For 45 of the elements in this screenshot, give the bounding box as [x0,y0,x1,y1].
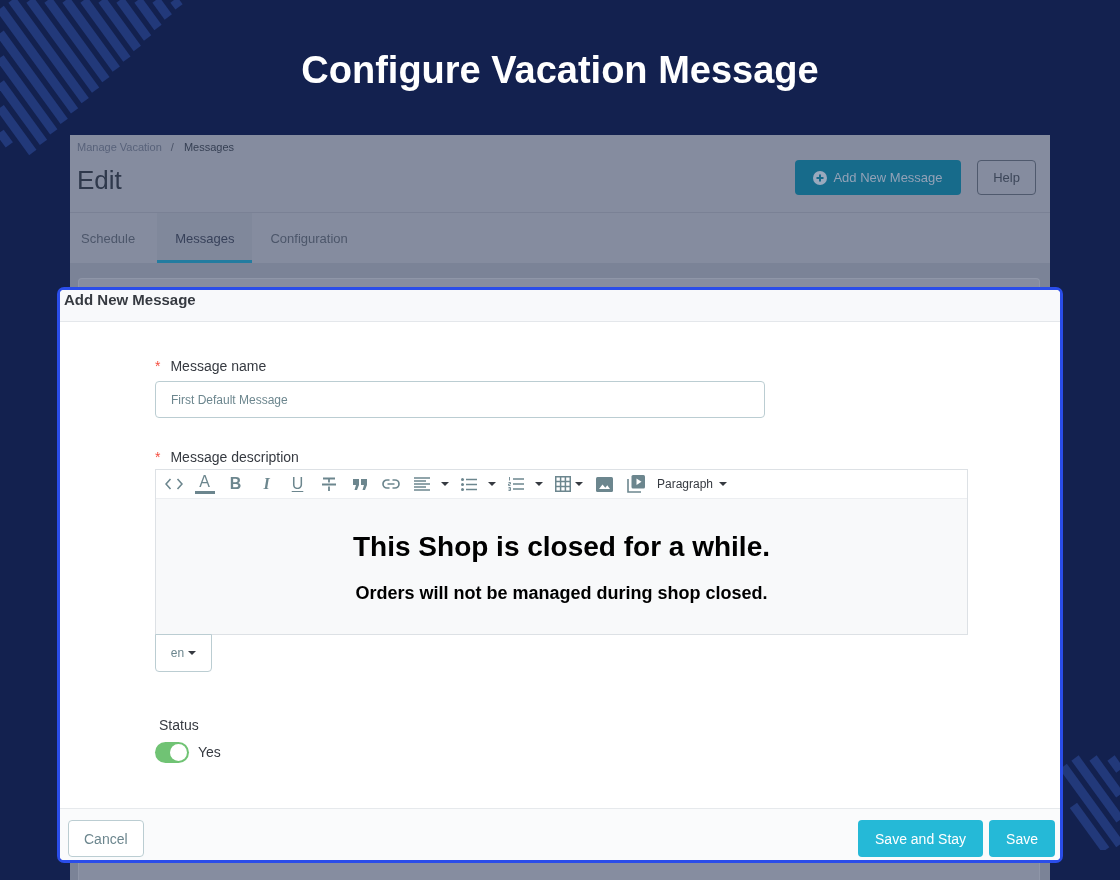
bullet-list-icon [460,477,477,491]
toggle-switch[interactable] [155,742,189,763]
quote-icon [352,478,367,490]
tab[interactable]: Schedule [70,213,158,263]
bold-button[interactable]: B [220,470,251,498]
plus-circle-icon [813,170,828,185]
code-icon [164,478,183,490]
image-icon [596,476,613,492]
breadcrumb-separator: / [170,140,174,154]
italic-button[interactable]: I [251,470,282,498]
field-label: Message description [170,448,299,467]
link-icon [381,479,400,489]
caret-icon [534,482,543,486]
language-dropdown[interactable]: en [155,634,212,672]
field-label: Status [159,716,199,735]
block-format-dropdown[interactable]: Paragraph [651,470,736,498]
numbered-list-icon [507,477,524,491]
align-left-icon [413,477,430,491]
cancel-button[interactable]: Cancel [68,820,144,857]
tab[interactable]: Configuration [252,213,366,263]
breadcrumb-current: Messages [183,140,234,154]
video-icon [626,475,645,493]
help-button[interactable]: Help [977,160,1036,195]
message-name-input[interactable]: First Default Message [155,381,765,418]
field-label: Message name [170,357,267,376]
caret-icon [487,482,496,486]
save-and-stay-button[interactable]: Save and Stay [858,820,984,857]
caret-icon [188,651,197,655]
page-title: Configure Vacation Message [301,48,819,92]
table-icon [554,476,571,492]
editor-subheading: Orders will not be managed during shop closed. [355,582,768,604]
editor-heading: This Shop is closed for a while. [353,530,770,564]
strikethrough-icon [320,476,337,492]
tab[interactable]: Messages [157,213,253,263]
caret-icon [574,482,583,486]
required-asterisk: * [155,357,161,376]
underline-button[interactable]: U [282,470,313,498]
toggle-label: Yes [198,743,221,762]
caret-icon [440,482,449,486]
modal-title: Add New Message [64,290,196,310]
add-message-button[interactable]: Add New Message [795,160,961,195]
caret-icon [719,482,728,486]
page-heading: Edit [77,164,122,196]
required-asterisk: * [155,448,161,467]
save-button[interactable]: Save [989,820,1055,857]
